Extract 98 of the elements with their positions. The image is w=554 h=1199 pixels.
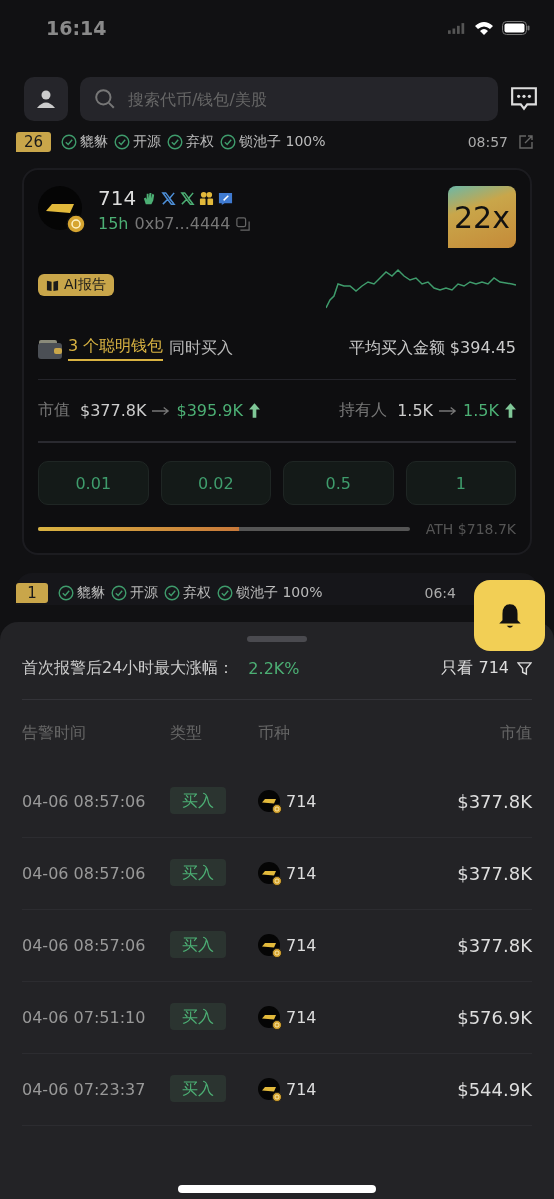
rank-badge: 26 <box>16 132 52 152</box>
battery-icon <box>502 21 530 35</box>
column-header: 告警时间 <box>22 722 87 744</box>
check-circle-icon <box>164 585 180 601</box>
stat-value: $377.8K <box>80 401 147 420</box>
amount-button[interactable]: 1 <box>405 461 516 505</box>
wifi-icon <box>474 21 494 35</box>
market-cap-cell: $377.8K <box>457 935 532 956</box>
wallet-icon <box>38 337 62 360</box>
people-icon[interactable] <box>199 190 215 206</box>
token-cell: 714 <box>286 792 317 811</box>
check-circle-icon <box>220 134 237 150</box>
amount-button[interactable]: 0.01 <box>38 461 149 505</box>
alert-time: 08:57 <box>467 134 508 150</box>
type-tag: 买入 <box>170 787 226 814</box>
summary-label: 首次报警后24小时最大涨幅： <box>22 658 235 679</box>
alert-time-cell-text: 04-06 08:57:06 <box>22 792 147 811</box>
smart-wallets-text: 同时买入 <box>169 338 234 359</box>
multiplier-badge: 22x <box>448 186 516 248</box>
check-circle-icon <box>167 134 184 150</box>
signal-icon <box>448 22 466 34</box>
search-icon <box>94 88 116 110</box>
smart-wallets-link[interactable]: 3 个聪明钱包 <box>68 336 164 361</box>
filter-button[interactable]: 只看 714 <box>441 658 532 679</box>
token-age: 15h <box>98 214 129 233</box>
arrow-right-icon <box>152 405 171 416</box>
filter-icon <box>517 661 532 676</box>
arrow-right-icon <box>439 405 458 416</box>
token-cell: 714 <box>286 864 317 883</box>
sheet-handle[interactable] <box>247 636 307 642</box>
alert-bell-button[interactable] <box>474 580 545 651</box>
column-header: 币种 <box>258 722 291 744</box>
alert-time: 06:4 <box>424 585 456 601</box>
x-logo-icon[interactable] <box>180 190 196 206</box>
alert-time-cell-text: 04-06 07:51:10 <box>22 1008 147 1027</box>
average-buy-text: 平均买入金额 $394.45 <box>348 338 516 359</box>
market-cap-cell: $544.9K <box>457 1079 532 1100</box>
profile-button[interactable] <box>24 77 68 121</box>
summary-value: 2.2K% <box>248 659 300 678</box>
token-logo-icon <box>258 1005 282 1030</box>
market-cap-cell: $576.9K <box>457 1007 532 1028</box>
token-logo-icon <box>258 1077 282 1102</box>
column-header: 类型 <box>170 722 203 744</box>
column-header: 市值 <box>500 722 532 744</box>
token-address: 0xb7...4444 <box>134 214 231 233</box>
token-name: 714 <box>98 186 137 210</box>
check-circle-icon <box>217 585 233 601</box>
stat-value: 1.5K <box>397 401 434 420</box>
stat-new-value: $395.9K <box>176 401 243 420</box>
check-circle-icon <box>58 585 74 601</box>
user-icon <box>36 89 56 109</box>
token-cell: 714 <box>286 936 317 955</box>
token-logo-icon <box>258 861 282 886</box>
alert-time-cell-text: 04-06 08:57:06 <box>22 936 147 955</box>
search-field[interactable]: 搜索代币/钱包/美股 <box>80 77 498 121</box>
market-cap-cell: $377.8K <box>457 791 532 812</box>
message-icon[interactable] <box>510 86 538 112</box>
token-cell: 714 <box>286 1008 317 1027</box>
check-label: 开源 <box>114 133 162 151</box>
token-logo-icon <box>258 789 282 814</box>
type-tag: 买入 <box>170 931 226 958</box>
check-label: 貔貅 <box>58 584 105 602</box>
check-circle-icon <box>61 134 78 150</box>
token-cell: 714 <box>286 1080 317 1099</box>
token-card[interactable]: 714 15h 0xb7...4444 22x AI报告 3 个聪明钱包 同时买入 平均买入金额 $394.45 市值 $377.8K $395.9K 持有人 1.5K 1.5K 0.01 0.02 0.5 1 ATH $718.7K <box>22 168 532 555</box>
amount-button[interactable]: 0.5 <box>283 461 394 505</box>
rank-badge: 1 <box>16 583 48 603</box>
token-logo-icon <box>38 186 86 234</box>
check-circle-icon <box>111 585 127 601</box>
check-label: 锁池子 100% <box>217 584 323 602</box>
status-time: 16:14 <box>46 17 107 39</box>
up-arrow-icon <box>248 403 260 418</box>
bell-icon <box>496 601 523 630</box>
check-label: 弃权 <box>167 133 215 151</box>
type-tag: 买入 <box>170 1003 226 1030</box>
type-tag: 买入 <box>170 859 226 886</box>
check-label: 貔貅 <box>61 133 109 151</box>
check-label: 弃权 <box>164 584 211 602</box>
type-tag: 买入 <box>170 1075 226 1102</box>
x-logo-icon[interactable] <box>161 190 177 206</box>
ath-label: ATH $718.7K <box>425 521 516 537</box>
stat-new-value: 1.5K <box>463 401 499 420</box>
up-arrow-icon <box>505 403 516 418</box>
token-logo-icon <box>258 933 282 958</box>
check-label: 开源 <box>111 584 158 602</box>
alert-time-cell-text: 04-06 08:57:06 <box>22 864 147 883</box>
share-icon[interactable] <box>518 134 534 150</box>
market-cap-cell: $377.8K <box>457 863 532 884</box>
stat-label: 市值 <box>38 400 70 421</box>
check-label: 锁池子 100% <box>220 133 326 151</box>
stat-label: 持有人 <box>339 400 388 421</box>
ai-report-button[interactable]: AI报告 <box>38 274 114 296</box>
amount-button[interactable]: 0.02 <box>160 461 271 505</box>
alert-time-cell-text: 04-06 07:23:37 <box>22 1080 147 1099</box>
check-circle-icon <box>114 134 131 150</box>
book-icon <box>46 278 59 292</box>
copy-icon[interactable] <box>236 216 251 231</box>
edit-icon[interactable] <box>218 190 234 206</box>
